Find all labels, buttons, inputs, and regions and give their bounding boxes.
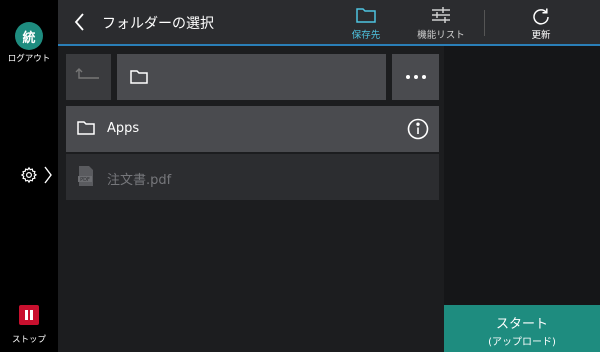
toolbar-divider bbox=[484, 10, 485, 36]
up-level-icon bbox=[75, 68, 99, 79]
list-item-label: 注文書.pdf bbox=[107, 173, 172, 188]
svg-text:PDF: PDF bbox=[80, 177, 90, 183]
function-list-button[interactable]: 機能リスト bbox=[408, 0, 474, 44]
stop-label: ストップ bbox=[11, 335, 46, 345]
refresh-icon bbox=[533, 8, 549, 25]
stop-button[interactable] bbox=[19, 305, 39, 325]
refresh-button[interactable]: 更新 bbox=[515, 0, 567, 44]
start-label: スタート bbox=[495, 317, 548, 332]
gear-icon[interactable] bbox=[20, 166, 38, 184]
chevron-right-icon[interactable] bbox=[43, 166, 53, 184]
list-item-pdf: PDF 注文書.pdf bbox=[66, 154, 439, 200]
back-arrow-icon[interactable] bbox=[72, 11, 88, 33]
function-list-label: 機能リスト bbox=[417, 30, 465, 41]
refresh-label: 更新 bbox=[531, 30, 551, 41]
pdf-file-icon: PDF bbox=[78, 166, 93, 186]
start-upload-button[interactable]: スタート (アップロード) bbox=[444, 305, 600, 352]
start-sub-label: (アップロード) bbox=[488, 337, 556, 348]
parent-folder-button[interactable] bbox=[66, 54, 111, 100]
page-title: フォルダーの選択 bbox=[102, 16, 214, 32]
logout-label[interactable]: ログアウト bbox=[0, 52, 58, 64]
info-icon[interactable] bbox=[407, 118, 429, 140]
more-options-button[interactable] bbox=[392, 54, 439, 100]
more-dot bbox=[413, 75, 418, 79]
folder-icon bbox=[77, 121, 95, 135]
avatar-char: 統 bbox=[22, 30, 36, 46]
sliders-icon bbox=[432, 7, 450, 23]
save-destination-label: 保存先 bbox=[351, 30, 381, 41]
folder-icon bbox=[130, 70, 148, 84]
logout-avatar[interactable]: 統 bbox=[15, 22, 43, 50]
folder-icon bbox=[356, 8, 376, 23]
list-item-label: Apps bbox=[107, 121, 140, 136]
more-dot bbox=[405, 75, 410, 79]
preview-area bbox=[444, 46, 600, 305]
more-dot bbox=[421, 75, 426, 79]
save-destination-button[interactable]: 保存先 bbox=[340, 0, 392, 44]
current-path-field[interactable] bbox=[117, 54, 386, 100]
list-item-apps[interactable]: Apps bbox=[66, 106, 439, 152]
